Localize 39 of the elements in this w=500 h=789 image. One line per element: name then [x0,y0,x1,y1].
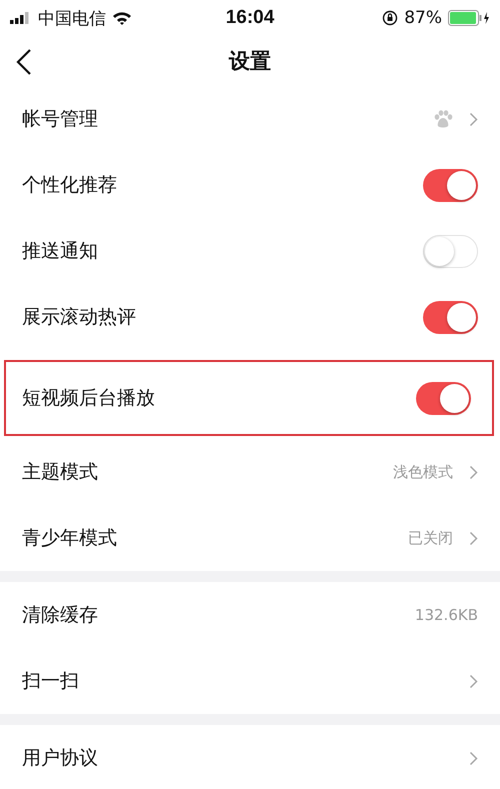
chevron-icon [469,530,478,546]
chevron-icon [469,464,478,480]
setting-value: 浅色模式 [393,462,453,482]
setting-label: 帐号管理 [22,107,99,132]
battery-charging-icon [448,10,490,26]
chevron-icon [469,112,478,126]
carrier-name: 中国电信 [38,8,106,30]
setting-value: 已关闭 [408,528,453,548]
settings-row[interactable]: 展示滚动热评 [0,284,500,350]
setting-label: 青少年模式 [22,526,118,551]
setting-label: 主题模式 [22,460,99,485]
wifi-icon [112,11,132,25]
settings-row[interactable]: 青少年模式 已关闭 [0,505,500,571]
battery-percent: 87% [404,8,442,28]
setting-label: 推送通知 [22,239,99,264]
setting-label: 展示滚动热评 [22,305,137,330]
toggle-switch[interactable] [423,300,478,334]
chevron-icon [469,674,478,688]
setting-value: 132.6KB [414,606,478,624]
clock-time: 16:04 [226,7,274,29]
toggle-switch[interactable] [416,382,471,414]
settings-row[interactable]: 个性化推荐 [0,152,500,218]
chevron-icon [469,750,478,766]
setting-label: 清除缓存 [22,603,99,628]
setting-label: 扫一扫 [22,669,80,694]
setting-label: 用户协议 [22,746,99,771]
settings-row[interactable]: 扫一扫 [0,648,500,714]
toggle-switch[interactable] [423,168,478,202]
setting-label: 个性化推荐 [22,173,118,198]
toggle-switch[interactable] [423,234,478,268]
rotation-lock-icon [382,10,398,26]
settings-row[interactable]: 清除缓存 132.6KB [0,582,500,648]
paw-icon [433,109,453,129]
settings-row[interactable]: 帐号管理 [0,86,500,152]
page-title: 设置 [229,48,271,75]
settings-row[interactable]: 主题模式 浅色模式 [0,439,500,505]
settings-row[interactable]: 推送通知 [0,218,500,284]
setting-label: 短视频后台播放 [22,386,156,411]
settings-row[interactable]: 用户协议 [0,725,500,789]
